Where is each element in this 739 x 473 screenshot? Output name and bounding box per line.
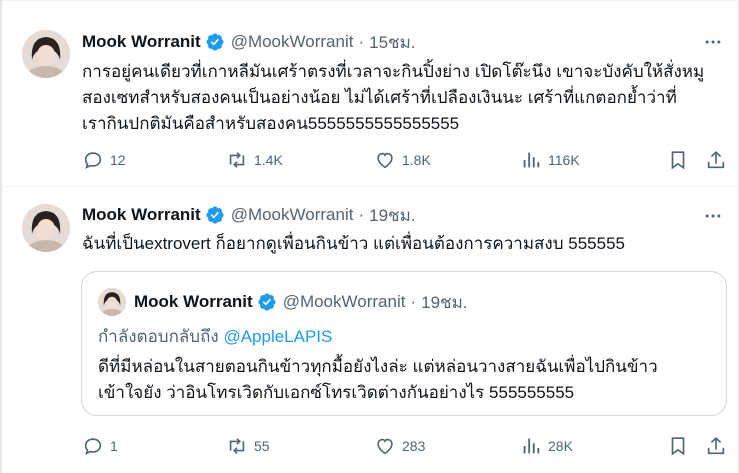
separator-dot: ·	[358, 205, 365, 224]
bookmark-icon[interactable]	[667, 148, 689, 172]
views-count: 28K	[548, 438, 573, 454]
post-text-line: การอยู่คนเดียวที่เกาหลีมันเศร้าตรงที่เวล…	[82, 62, 705, 81]
quoted-timestamp: 19ชม.	[421, 292, 468, 312]
post-text-line: สองเซทสำหรับสองคนเป็นอย่างน้อย ไม่ได้เศร…	[82, 88, 677, 107]
quoted-text: ดีที่มีหล่อนในสายตอนกินข้าวทุกมื้อยังไงล…	[98, 354, 658, 406]
views-button[interactable]: 28K	[520, 434, 573, 458]
author-handle[interactable]: @MookWorranit	[231, 205, 354, 225]
reply-count: 12	[110, 152, 126, 168]
more-icon[interactable]	[699, 204, 727, 228]
avatar[interactable]	[22, 204, 70, 252]
reply-button[interactable]: 12	[82, 148, 126, 172]
quoted-text-line: ดีที่มีหล่อนในสายตอนกินข้าวทุกมื้อยังไงล…	[98, 357, 658, 376]
like-count: 1.8K	[402, 152, 431, 168]
quoted-author-handle: @MookWorranit	[282, 292, 406, 311]
repost-count: 55	[254, 438, 270, 454]
repost-icon	[229, 438, 245, 454]
reply-count: 1	[110, 438, 118, 454]
post-text: ฉันที่เป็นextrovert ก็อยากดูเพื่อนกินข้า…	[82, 231, 722, 257]
separator-dot: ·	[410, 292, 417, 311]
share-icon[interactable]	[705, 148, 727, 172]
post-timestamp[interactable]: 19ชม.	[369, 202, 415, 229]
post-header: Mook Worranit @MookWorranit · 15ชม.	[82, 30, 416, 54]
replying-to-mention[interactable]: @AppleLAPIS	[223, 327, 332, 346]
separator-dot: ·	[358, 32, 365, 51]
views-icon	[523, 438, 540, 454]
post-header: Mook Worranit @MookWorranit · 19ชม.	[82, 203, 416, 227]
quoted-author-name: Mook Worranit	[134, 292, 253, 311]
like-button[interactable]: 283	[374, 434, 425, 458]
like-count: 283	[402, 438, 426, 454]
verified-badge-icon	[205, 32, 225, 52]
reply-button[interactable]: 1	[82, 434, 118, 458]
post-1[interactable]: Mook Worranit @MookWorranit · 15ชม. การอ…	[0, 0, 739, 186]
quoted-header: Mook Worranit @MookWorranit · 19ชม.	[134, 290, 468, 314]
post-actions: 1 55 283 28K	[82, 434, 730, 458]
verified-badge-icon	[205, 205, 225, 225]
views-button[interactable]: 116K	[520, 148, 580, 172]
quoted-text-line: เข้าใจยัง ว่าอินโทรเวิดกับเอกซ์โทรเวิดต่…	[98, 383, 575, 402]
repost-count: 1.4K	[254, 152, 283, 168]
post-text: การอยู่คนเดียวที่เกาหลีมันเศร้าตรงที่เวล…	[82, 59, 722, 137]
views-icon	[523, 152, 540, 168]
views-count: 116K	[548, 152, 580, 168]
post-text-line: ฉันที่เป็นextrovert ก็อยากดูเพื่อนกินข้า…	[82, 234, 625, 253]
repost-button[interactable]: 1.4K	[226, 148, 283, 172]
more-icon[interactable]	[699, 30, 727, 54]
repost-button[interactable]: 55	[226, 434, 270, 458]
reply-icon	[84, 152, 102, 169]
quoted-avatar[interactable]	[98, 288, 126, 316]
like-button[interactable]: 1.8K	[374, 148, 431, 172]
post-text-line: เรากินปกติมันคือสำหรับสองคน5555555555555…	[82, 114, 460, 133]
author-name[interactable]: Mook Worranit	[82, 205, 201, 225]
post-actions: 12 1.4K 1.8K 116K	[82, 148, 730, 172]
replying-to: กำลังตอบกลับถึง @AppleLAPIS	[98, 323, 332, 350]
like-icon	[377, 438, 393, 455]
share-icon[interactable]	[705, 434, 727, 458]
verified-badge-icon	[257, 292, 277, 312]
like-icon	[377, 152, 393, 169]
author-handle[interactable]: @MookWorranit	[231, 32, 354, 52]
reply-icon	[84, 438, 102, 455]
repost-icon	[229, 152, 245, 168]
avatar[interactable]	[22, 30, 70, 78]
bookmark-icon[interactable]	[667, 434, 689, 458]
replying-to-label: กำลังตอบกลับถึง	[98, 327, 219, 346]
quoted-post[interactable]: Mook Worranit @MookWorranit · 19ชม. กำลั…	[81, 271, 727, 416]
author-name[interactable]: Mook Worranit	[82, 32, 201, 52]
post-timestamp[interactable]: 15ชม.	[369, 29, 415, 56]
